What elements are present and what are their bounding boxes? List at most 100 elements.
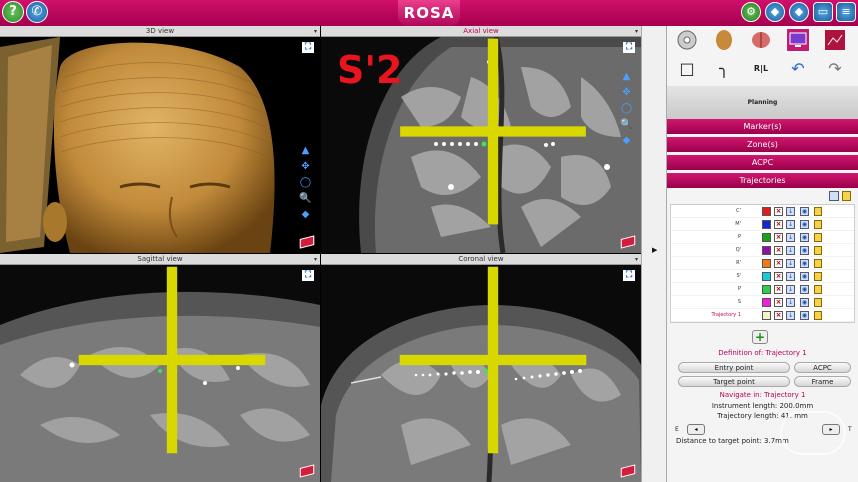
viewport-axial[interactable]: Axial view ▾ S'2 ⛶ ▲ ✥ ◯ 🔍 ◆ — [321, 26, 641, 253]
delete-icon[interactable]: × — [774, 246, 783, 255]
target-point-button[interactable]: Target point — [678, 376, 790, 387]
color-swatch[interactable] — [762, 298, 771, 307]
monitor-icon[interactable]: ▭ — [813, 2, 833, 22]
lock-icon[interactable] — [814, 298, 822, 307]
pan-icon[interactable]: ✥ — [299, 160, 312, 174]
lock-icon[interactable] — [814, 311, 822, 320]
delete-icon[interactable]: × — [774, 311, 783, 320]
top-bar: ? ✆ ROSA ⚙ ◆ ◆ ▭ ≡ — [0, 0, 858, 26]
color-swatch[interactable] — [762, 259, 771, 268]
entry-point-button[interactable]: Entry point — [678, 362, 790, 373]
diamond-icon[interactable]: ◆ — [765, 2, 785, 22]
color-swatch[interactable] — [762, 233, 771, 242]
section-acpc[interactable]: ACPC — [667, 155, 858, 170]
info-icon[interactable]: ↓ — [786, 298, 795, 307]
viewport-3d-title[interactable]: 3D view ▾ — [0, 26, 320, 37]
info-icon[interactable]: ↓ — [786, 233, 795, 242]
color-swatch[interactable] — [762, 311, 771, 320]
lock-all-icon[interactable] — [842, 191, 851, 201]
section-markers[interactable]: Marker(s) — [667, 119, 858, 134]
info-icon[interactable]: ↓ — [786, 207, 795, 216]
expand-arrow-icon[interactable]: ▶ — [652, 246, 657, 254]
color-swatch[interactable] — [762, 285, 771, 294]
visibility-icon[interactable]: ◉ — [800, 207, 809, 216]
maximize-3d-icon[interactable]: ⛶ — [302, 42, 314, 53]
visibility-icon[interactable]: ◉ — [800, 298, 809, 307]
viewport-3d[interactable]: 3D view ▾ ⛶ ▲ ✥ ◯ 🔍 ◆ — [0, 26, 320, 253]
diamond-alt-icon[interactable]: ◆ — [789, 2, 809, 22]
delete-icon[interactable]: × — [774, 207, 783, 216]
pointer-icon[interactable]: ▲ — [299, 144, 312, 158]
watermark-logo — [780, 411, 846, 455]
trajectory-row[interactable]: Q' × ↓ ◉ — [671, 244, 854, 257]
lock-icon[interactable] — [814, 259, 822, 268]
undo-icon[interactable]: ↶ — [786, 56, 810, 80]
brain-icon[interactable] — [749, 28, 773, 52]
info-icon[interactable]: ↓ — [786, 220, 795, 229]
visibility-icon[interactable]: ◉ — [800, 311, 809, 320]
disc-icon[interactable] — [675, 28, 699, 52]
delete-icon[interactable]: × — [774, 272, 783, 281]
lock-icon[interactable] — [814, 207, 822, 216]
redo-icon[interactable]: ↷ — [823, 56, 847, 80]
color-swatch[interactable] — [762, 246, 771, 255]
color-swatch[interactable] — [762, 272, 771, 281]
lock-icon[interactable] — [814, 246, 822, 255]
monitor-icon[interactable] — [786, 28, 810, 52]
trajectory-row[interactable]: C' × ↓ ◉ — [671, 205, 854, 218]
delete-icon[interactable]: × — [774, 259, 783, 268]
trajectory-row[interactable]: S × ↓ ◉ — [671, 296, 854, 309]
phone-icon[interactable]: ✆ — [26, 1, 48, 23]
color-swatch[interactable] — [762, 220, 771, 229]
frame-button[interactable]: Frame — [794, 376, 851, 387]
trajectory-row[interactable]: Trajectory 1 × ↓ ◉ — [671, 309, 854, 322]
head-icon[interactable] — [712, 28, 736, 52]
square-icon[interactable]: □ — [675, 56, 699, 80]
image-icon[interactable] — [823, 28, 847, 52]
color-swatch[interactable] — [762, 207, 771, 216]
trajectory-row[interactable]: S' × ↓ ◉ — [671, 270, 854, 283]
section-trajectories[interactable]: Trajectories — [667, 173, 858, 188]
view-all-icon[interactable] — [829, 191, 839, 201]
trajectory-row[interactable]: R' × ↓ ◉ — [671, 257, 854, 270]
panel-collapse-strip[interactable]: ▶ — [641, 26, 667, 482]
trajectory-list: C' × ↓ ◉ M' × ↓ ◉ P × ↓ ◉ Q' × ↓ ◉ R' × ↓ ◉ S' × ↓ ◉ P × ↓ ◉ S × ↓ ◉ Tra… — [670, 204, 855, 323]
reset-icon[interactable]: ◆ — [299, 208, 312, 222]
viewport-coronal[interactable]: Coronal view ▾ ⛶ — [321, 254, 641, 482]
lock-icon[interactable] — [814, 220, 822, 229]
settings-gear-icon[interactable]: ⚙ — [741, 2, 761, 22]
lock-icon[interactable] — [814, 233, 822, 242]
visibility-icon[interactable]: ◉ — [800, 285, 809, 294]
delete-icon[interactable]: × — [774, 220, 783, 229]
delete-icon[interactable]: × — [774, 298, 783, 307]
trajectory-row[interactable]: P × ↓ ◉ — [671, 231, 854, 244]
zoom-icon[interactable]: 🔍 — [299, 192, 312, 206]
info-icon[interactable]: ↓ — [786, 272, 795, 281]
visibility-icon[interactable]: ◉ — [800, 220, 809, 229]
trajectory-name: P — [737, 234, 741, 240]
document-icon[interactable]: ≡ — [836, 2, 856, 22]
rl-icon[interactable]: R|L — [749, 56, 773, 80]
lock-icon[interactable] — [814, 272, 822, 281]
info-icon[interactable]: ↓ — [786, 246, 795, 255]
info-icon[interactable]: ↓ — [786, 311, 795, 320]
visibility-icon[interactable]: ◉ — [800, 272, 809, 281]
trajectory-row[interactable]: M' × ↓ ◉ — [671, 218, 854, 231]
curve-icon[interactable]: ╮ — [712, 56, 736, 80]
lock-icon[interactable] — [814, 285, 822, 294]
prev-button[interactable]: ◂ — [687, 424, 705, 435]
rotate-icon[interactable]: ◯ — [299, 176, 312, 190]
help-icon[interactable]: ? — [2, 1, 24, 23]
section-zones[interactable]: Zone(s) — [667, 137, 858, 152]
visibility-icon[interactable]: ◉ — [800, 259, 809, 268]
visibility-icon[interactable]: ◉ — [800, 233, 809, 242]
viewport-sagittal[interactable]: Sagittal view ▾ ⛶ — [0, 254, 320, 482]
delete-icon[interactable]: × — [774, 285, 783, 294]
visibility-icon[interactable]: ◉ — [800, 246, 809, 255]
info-icon[interactable]: ↓ — [786, 285, 795, 294]
add-trajectory-button[interactable]: + — [752, 330, 768, 344]
info-icon[interactable]: ↓ — [786, 259, 795, 268]
delete-icon[interactable]: × — [774, 233, 783, 242]
trajectory-row[interactable]: P × ↓ ◉ — [671, 283, 854, 296]
acpc-button[interactable]: ACPC — [794, 362, 851, 373]
